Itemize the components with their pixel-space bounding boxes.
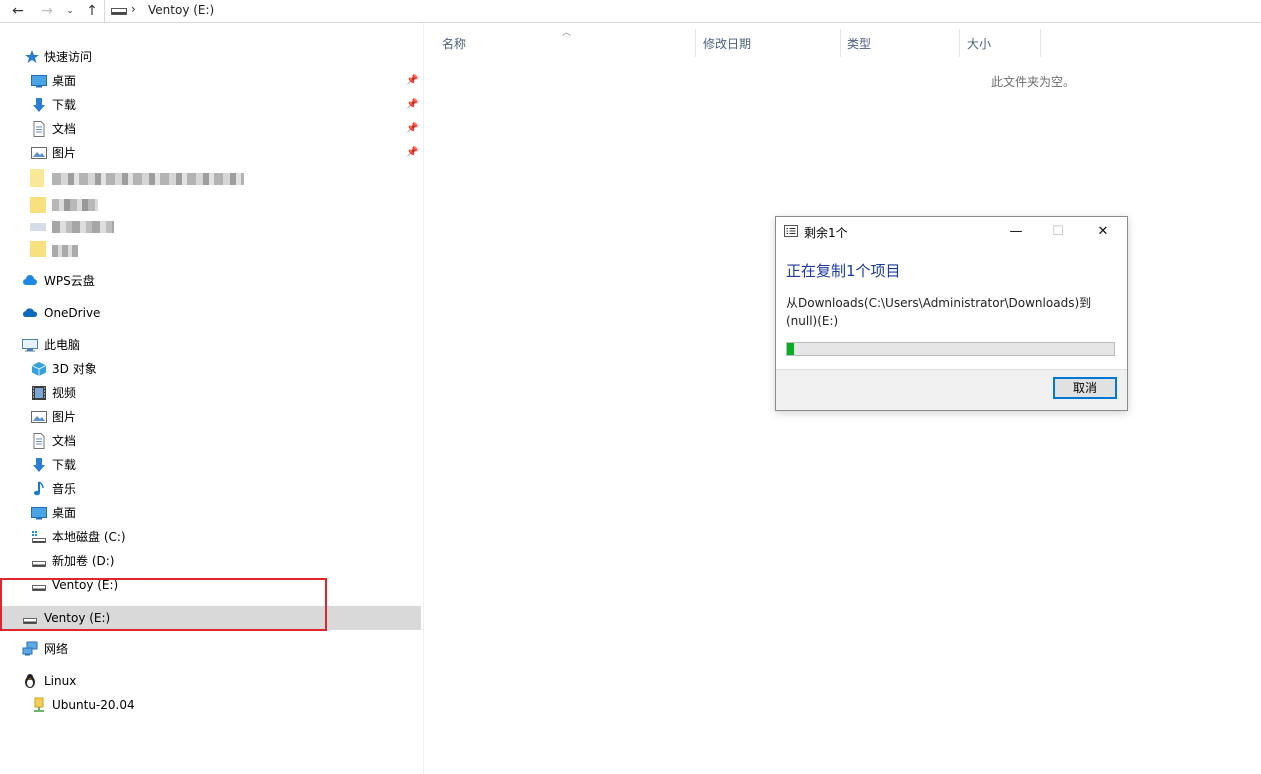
nav-label: 桌面 <box>52 506 77 520</box>
column-header-type[interactable]: 类型 <box>847 35 871 52</box>
video-film-icon <box>32 386 46 400</box>
cancel-button[interactable]: 取消 <box>1053 377 1117 399</box>
nav-label: 文档 <box>52 434 77 448</box>
nav-label: 网络 <box>44 642 69 656</box>
pin-icon: 📌 <box>406 147 419 158</box>
progress-bar <box>786 342 1115 356</box>
download-arrow-icon <box>33 98 45 112</box>
navigation-pane: 快速访问 桌面 📌 下载 📌 文档 📌 图片 📌 WPS云盘 OneDrive … <box>0 23 424 774</box>
pin-icon: 📌 <box>406 99 419 110</box>
dialog-heading: 正在复制1个项目 <box>786 262 901 280</box>
nav-label: OneDrive <box>44 306 101 320</box>
drive-icon <box>32 561 46 567</box>
nav-label: 此电脑 <box>44 338 81 352</box>
nav-label: Linux <box>44 674 77 688</box>
minimize-button[interactable]: — <box>1001 221 1031 243</box>
nav-label: 本地磁盘 (C:) <box>52 530 126 544</box>
picture-icon <box>31 147 47 159</box>
back-button[interactable]: ← <box>8 2 28 20</box>
red-annotation-box <box>0 578 327 631</box>
pin-icon: 📌 <box>406 123 419 134</box>
nav-label: 3D 对象 <box>52 362 97 376</box>
address-box[interactable]: › Ventoy (E:) <box>104 0 1261 22</box>
column-divider[interactable] <box>959 29 960 57</box>
progress-bar-fill <box>787 343 794 355</box>
document-icon <box>33 121 45 137</box>
nav-label: 新加卷 (D:) <box>52 554 115 568</box>
document-icon <box>33 433 45 449</box>
sort-ascending-icon: ︿ <box>562 28 572 38</box>
copy-description: 从Downloads(C:\Users\Administrator\Downlo… <box>786 296 1092 328</box>
download-arrow-icon <box>33 458 45 472</box>
cube-3d-icon <box>31 362 47 376</box>
up-button[interactable]: ↑ <box>83 2 101 20</box>
dialog-title: 剩余1个 <box>804 226 848 240</box>
column-divider[interactable] <box>1040 29 1041 57</box>
nav-label: 快速访问 <box>44 50 93 64</box>
nav-label: 文档 <box>52 122 77 136</box>
forward-button[interactable]: → <box>37 2 57 20</box>
nav-label: 图片 <box>52 410 77 424</box>
nav-quick-documents[interactable]: 文档 📌 <box>31 118 423 140</box>
nav-quick-pictures[interactable]: 图片 📌 <box>31 142 423 164</box>
nav-label: 下载 <box>52 98 77 112</box>
drive-icon <box>111 8 127 15</box>
breadcrumb-path[interactable]: Ventoy (E:) <box>148 3 214 17</box>
onedrive-cloud-icon <box>22 308 38 317</box>
nav-quick-downloads[interactable]: 下载 📌 <box>31 94 423 116</box>
system-drive-icon <box>32 531 46 543</box>
column-header-name[interactable]: 名称 <box>442 35 466 52</box>
column-header-size[interactable]: 大小 <box>967 35 991 52</box>
nav-label: 音乐 <box>52 482 77 496</box>
cloud-icon <box>23 275 37 285</box>
close-button[interactable]: ✕ <box>1088 221 1118 243</box>
dialog-list-icon <box>784 225 798 237</box>
network-folder-icon <box>34 697 44 712</box>
network-icon <box>22 641 38 656</box>
nav-label: WPS云盘 <box>44 274 95 288</box>
maximize-button[interactable]: ☐ <box>1043 221 1073 243</box>
nav-label: 下载 <box>52 458 77 472</box>
music-note-icon <box>34 481 44 496</box>
computer-icon <box>22 339 38 352</box>
nav-label: 视频 <box>52 386 77 400</box>
column-header-modified[interactable]: 修改日期 <box>703 35 751 52</box>
nav-label: Ubuntu-20.04 <box>52 698 135 712</box>
breadcrumb-separator: › <box>131 2 136 16</box>
picture-icon <box>31 411 47 423</box>
dialog-footer: 取消 <box>776 369 1127 410</box>
star-icon <box>25 50 39 63</box>
nav-label: 桌面 <box>52 74 77 88</box>
nav-quick-desktop[interactable]: 桌面 📌 <box>31 70 423 92</box>
desktop-icon <box>31 507 47 520</box>
empty-folder-message: 此文件夹为空。 <box>991 75 1076 89</box>
recent-locations-dropdown[interactable]: ⌄ <box>63 2 77 20</box>
desktop-icon <box>31 75 47 88</box>
column-divider[interactable] <box>840 29 841 57</box>
penguin-icon <box>25 674 35 688</box>
copy-progress-dialog: 剩余1个 — ☐ ✕ 正在复制1个项目 从Downloads(C:\Users\… <box>775 216 1128 411</box>
address-bar: ← → ⌄ ↑ › Ventoy (E:) <box>0 0 1261 23</box>
column-divider[interactable] <box>695 29 696 57</box>
pin-icon: 📌 <box>406 75 419 86</box>
nav-label: 图片 <box>52 146 77 160</box>
